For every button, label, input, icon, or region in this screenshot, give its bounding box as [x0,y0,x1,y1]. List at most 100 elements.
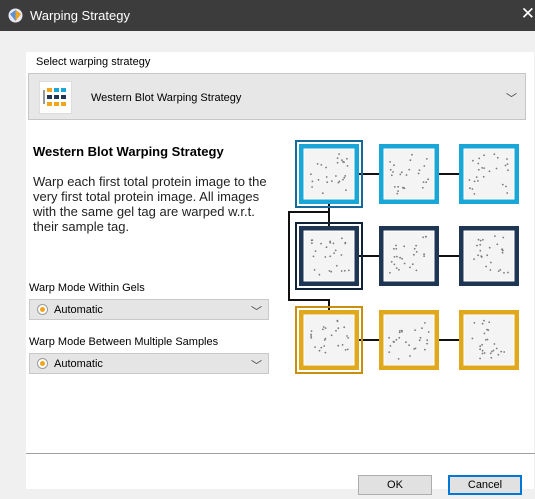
gel-spot [486,328,488,331]
footer-divider [26,453,535,454]
gel-spot [343,269,346,272]
gel-tile-image [303,230,355,282]
gel-spot [473,193,476,195]
gel-spot [481,322,484,325]
gel-spot [316,163,319,165]
gel-spot [422,236,424,239]
between-samples-value: Automatic [54,358,103,370]
gel-spot [347,269,350,272]
gel-spot [328,270,331,272]
gel-spot [313,269,316,271]
gel-spot [473,180,476,183]
gel-spot [506,192,509,194]
title-bar: Warping Strategy ✕ [0,0,535,31]
grid-strategy-icon [39,81,72,114]
gel-spot [400,171,403,174]
gel-spot [323,339,326,341]
cancel-button[interactable]: Cancel [448,475,522,495]
gel-spot [344,175,347,177]
gel-spot [408,168,411,171]
gel-spot [485,339,487,341]
gel-spot [478,157,481,160]
gel-spot [490,261,492,264]
gel-spot [395,267,398,269]
gel-spot [425,158,428,160]
gel-spot [335,264,338,267]
gel-spot [320,242,322,245]
gel-spot [479,249,482,252]
gel-spot [488,321,491,323]
gel-spot [399,256,401,259]
gel-spot [479,345,482,348]
gel-spot [320,346,323,349]
close-icon[interactable]: ✕ [521,5,535,23]
gel-spot [337,344,340,347]
gel-spot [331,180,333,182]
gel-spot [311,180,314,183]
gel-spot [393,164,395,167]
gel-spot [411,263,414,266]
gel-spot [311,186,313,188]
gel-spot [483,154,485,157]
gel-spot [409,266,411,269]
gel-spot [343,161,345,164]
gel-spot [398,268,400,271]
warping-diagram [288,140,519,374]
gel-spot [318,273,321,276]
gel-spot [314,346,316,348]
gel-spot [389,161,391,163]
gel-spot [477,238,480,241]
radio-icon [37,304,48,315]
gel-spot [501,251,504,254]
gel-spot [388,351,391,353]
gel-spot [401,257,403,260]
gel-spot [335,175,337,177]
gel-spot [396,255,398,258]
gel-spot [346,335,348,337]
gel-spot [483,167,485,169]
gel-spot [471,188,474,190]
gel-spot [479,243,482,246]
gel-spot [415,244,417,247]
gel-spot [501,183,504,186]
between-samples-select[interactable]: Automatic ﹀ [29,353,269,374]
chevron-down-icon: ﹀ [506,93,517,105]
gel-spot [424,322,426,324]
gel-spot [346,157,348,160]
gel-spot [476,244,478,247]
gel-spot [419,336,422,339]
within-gels-select[interactable]: Automatic ﹀ [29,299,269,320]
strategy-label: Select warping strategy [36,56,151,68]
gel-spot [310,333,312,336]
gel-spot [347,337,350,339]
gel-spot [475,176,478,178]
gel-spot [496,243,499,246]
gel-spot [414,329,416,331]
ok-button[interactable]: OK [358,475,432,495]
gel-spot [403,245,406,248]
gel-spot [401,329,403,332]
gel-spot [332,242,335,245]
gel-spot [345,189,347,191]
gel-spot [389,168,392,171]
gel-spot [402,186,404,189]
gel-spot [423,165,426,167]
gel-spot [473,258,475,260]
between-samples-label: Warp Mode Between Multiple Samples [29,336,219,348]
gel-spot [425,181,428,184]
gel-spot [413,348,416,350]
gel-spot [482,238,484,241]
gel-spot [341,237,343,240]
gel-spot [496,156,499,159]
gel-spot [423,253,425,256]
gel-spot [405,341,407,344]
gel-spot [397,185,400,188]
gel-spot [330,334,333,337]
gel-spot [335,329,337,332]
gel-spot [346,165,349,167]
gel-spot [506,163,509,165]
gel-spot [485,265,487,268]
strategy-dropdown[interactable]: Western Blot Warping Strategy ﹀ [28,73,526,120]
gel-spot [324,256,327,258]
gel-spot [341,344,344,346]
